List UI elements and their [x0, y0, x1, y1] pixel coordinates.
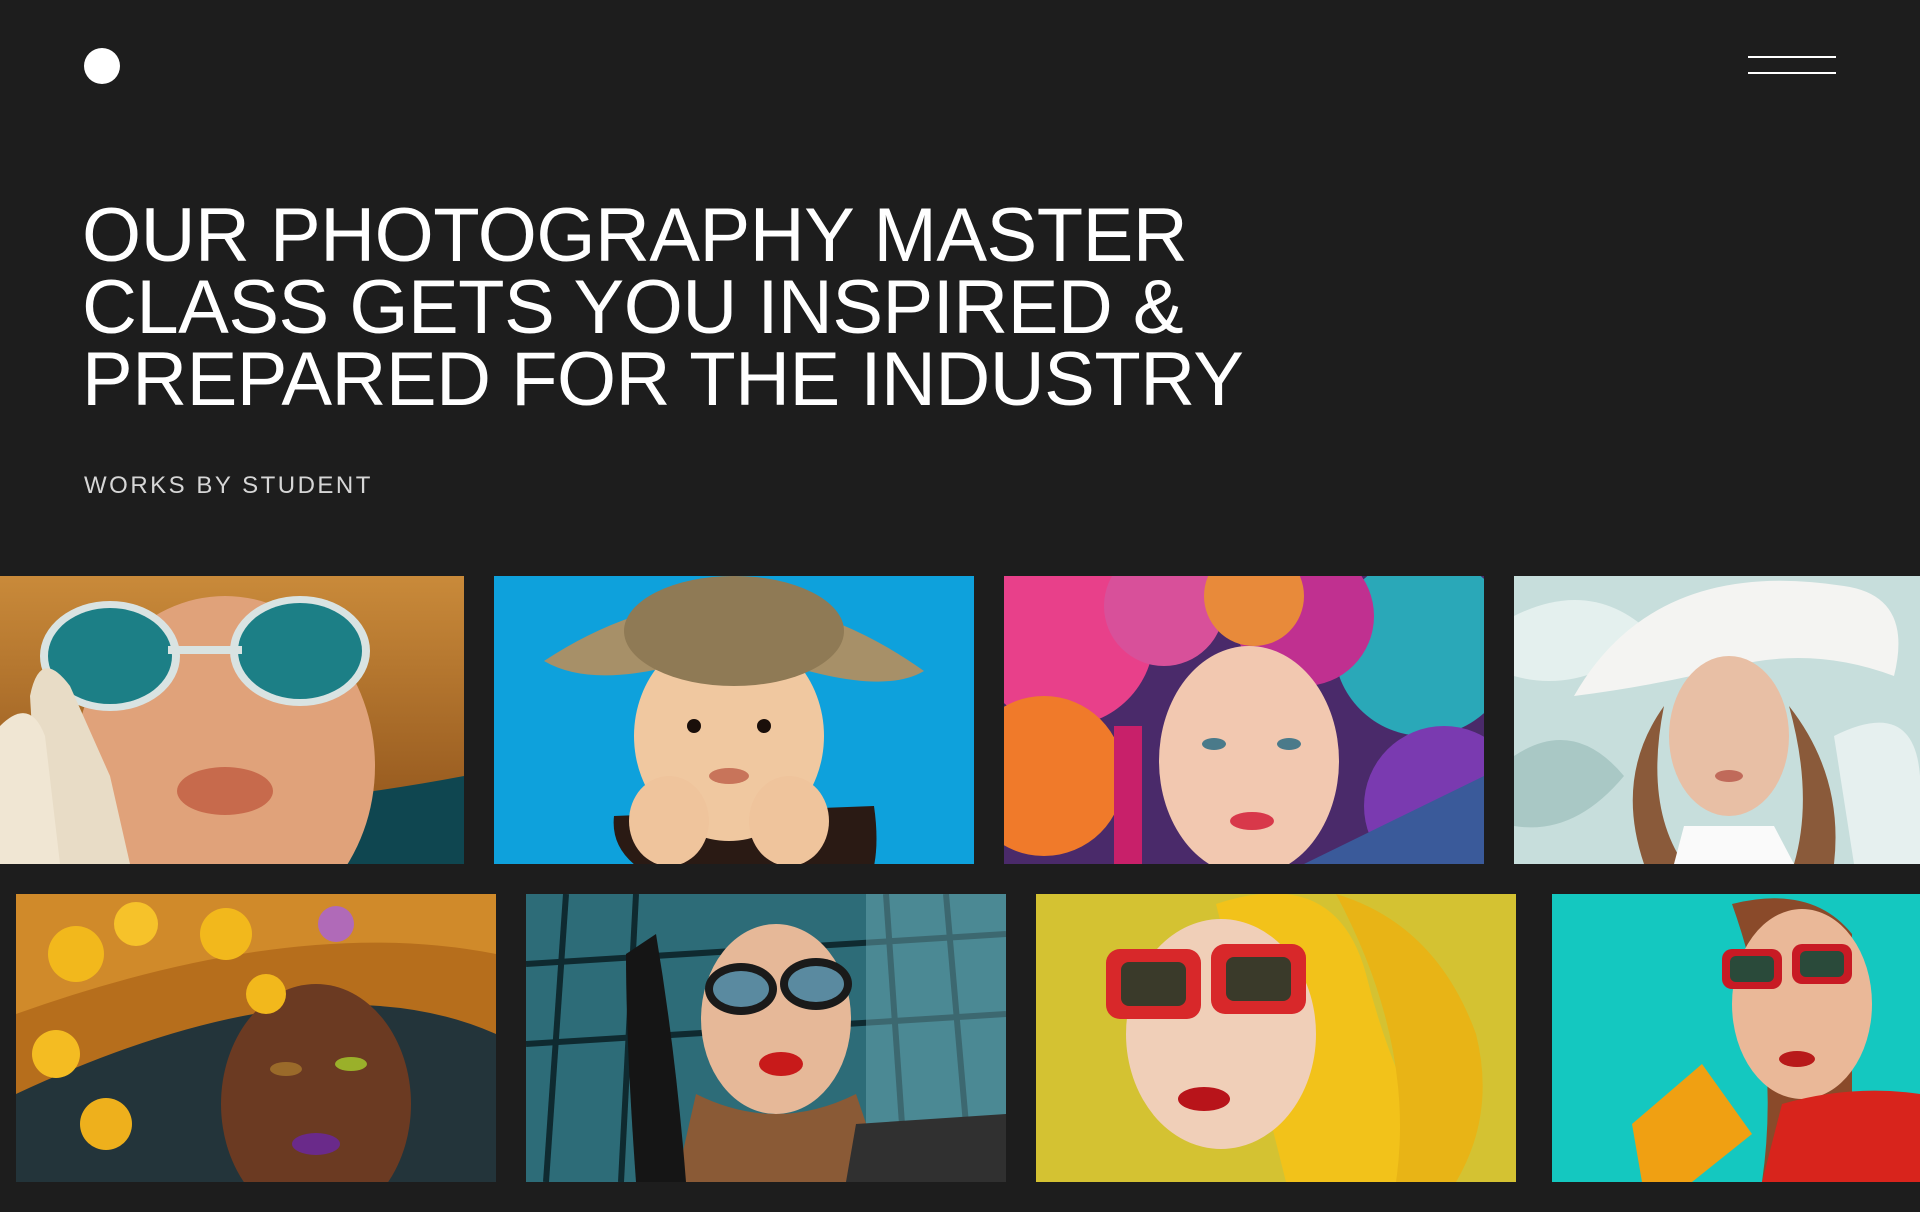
gallery-photo-woman-feather-headdress[interactable] [1004, 576, 1484, 864]
menu-line-icon [1748, 56, 1836, 58]
gallery-photo-woman-red-sunglasses[interactable] [1552, 894, 1920, 1182]
headline-line: PREPARED FOR THE INDUSTRY [82, 337, 1244, 422]
gallery-photo-woman-orchid-hat[interactable] [16, 894, 496, 1182]
works-by-student-heading: WORKS BY STUDENT [84, 472, 373, 499]
circle-logo-icon[interactable] [84, 48, 120, 84]
hero-headline: OUR PHOTOGRAPHY MASTER CLASS GETS YOU IN… [82, 193, 1244, 422]
menu-line-icon [1748, 72, 1836, 74]
gallery-photo-woman-leopard-scarf[interactable] [526, 894, 1006, 1182]
gallery-photo-child-straw-hat[interactable] [494, 576, 974, 864]
gallery-photo-woman-yellow-headwrap[interactable] [1036, 894, 1516, 1182]
hamburger-menu-button[interactable] [1748, 52, 1836, 78]
gallery-photo-woman-teal-sunglasses[interactable] [0, 576, 464, 864]
headline-line: OUR PHOTOGRAPHY MASTER [82, 193, 1188, 278]
headline-line: CLASS GETS YOU INSPIRED & [82, 265, 1184, 350]
gallery-photo-woman-white-hat[interactable] [1514, 576, 1920, 864]
